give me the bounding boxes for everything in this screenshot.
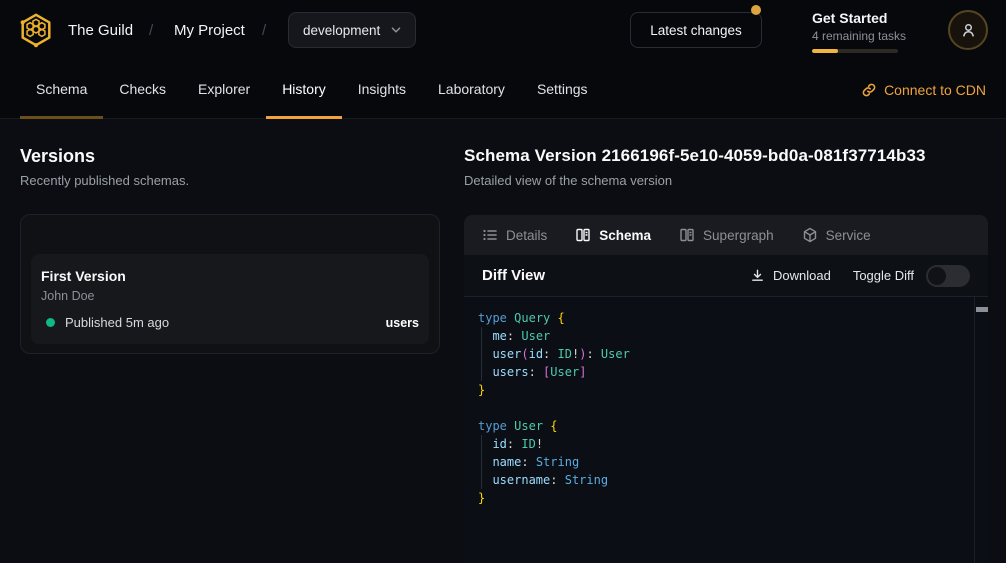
download-icon xyxy=(750,268,765,283)
breadcrumb-separator: / xyxy=(149,0,153,60)
scrollbar-thumb[interactable] xyxy=(976,307,988,312)
chevron-down-icon xyxy=(389,23,403,37)
versions-heading: Versions xyxy=(20,146,95,167)
diff-view-title: Diff View xyxy=(482,267,545,284)
nav-tab-insights[interactable]: Insights xyxy=(342,60,422,118)
book-icon xyxy=(679,227,695,243)
org-breadcrumb[interactable]: The Guild xyxy=(68,0,133,60)
hive-logo-icon[interactable] xyxy=(16,10,56,50)
project-breadcrumb[interactable]: My Project xyxy=(174,0,245,60)
schema-version-panel: Details Schema Supergraph xyxy=(464,215,988,563)
user-icon xyxy=(960,22,977,39)
code-scrollbar[interactable] xyxy=(974,297,988,563)
versions-list-card: First Version John Doe Published 5m ago … xyxy=(20,214,440,354)
get-started-title: Get Started xyxy=(812,9,908,27)
version-service-badge: users xyxy=(386,316,419,330)
version-name: First Version xyxy=(41,268,419,285)
top-header: The Guild / My Project / development Lat… xyxy=(0,0,1006,60)
indent-guide xyxy=(481,327,482,381)
nav-tab-explorer[interactable]: Explorer xyxy=(182,60,266,118)
toggle-diff-switch[interactable] xyxy=(926,265,970,287)
diff-view-header: Diff View Download Toggle Diff xyxy=(464,255,988,297)
connect-to-cdn-link[interactable]: Connect to CDN xyxy=(861,60,986,119)
get-started-widget[interactable]: Get Started 4 remaining tasks xyxy=(812,9,908,53)
target-selector-dropdown[interactable]: development xyxy=(288,12,416,48)
nav-tab-history[interactable]: History xyxy=(266,60,342,118)
download-button[interactable]: Download xyxy=(750,268,831,283)
indent-guide xyxy=(481,435,482,489)
version-list-item[interactable]: First Version John Doe Published 5m ago … xyxy=(31,254,429,344)
main-nav: Schema Checks Explorer History Insights … xyxy=(0,60,1006,119)
cube-icon xyxy=(802,227,818,243)
nav-tab-settings[interactable]: Settings xyxy=(521,60,604,118)
notification-dot xyxy=(751,5,761,15)
get-started-progress xyxy=(812,49,898,53)
schema-version-title: Schema Version 2166196f-5e10-4059-bd0a-0… xyxy=(464,146,926,166)
versions-subheading: Recently published schemas. xyxy=(20,173,189,188)
breadcrumb-separator: / xyxy=(262,0,266,60)
tab-schema[interactable]: Schema xyxy=(575,227,651,243)
user-avatar-button[interactable] xyxy=(948,10,988,50)
nav-tab-schema[interactable]: Schema xyxy=(20,60,103,118)
published-status-dot xyxy=(46,318,55,327)
get-started-subtitle: 4 remaining tasks xyxy=(812,28,908,44)
list-icon xyxy=(482,227,498,243)
version-author: John Doe xyxy=(41,288,419,304)
link-icon xyxy=(861,82,877,98)
tab-details[interactable]: Details xyxy=(482,227,547,243)
schema-version-subtitle: Detailed view of the schema version xyxy=(464,173,672,188)
version-status: Published 5m ago xyxy=(65,315,169,330)
tab-supergraph[interactable]: Supergraph xyxy=(679,227,774,243)
tab-service[interactable]: Service xyxy=(802,227,871,243)
latest-changes-button[interactable]: Latest changes xyxy=(630,12,762,48)
detail-tab-bar: Details Schema Supergraph xyxy=(464,215,988,255)
nav-tab-laboratory[interactable]: Laboratory xyxy=(422,60,521,118)
nav-tab-checks[interactable]: Checks xyxy=(103,60,182,118)
toggle-diff-label: Toggle Diff xyxy=(853,268,914,283)
target-selector-value: development xyxy=(303,23,389,38)
schema-sdl-code-block[interactable]: type Query { me: User user(id: ID!): Use… xyxy=(464,297,988,563)
book-icon xyxy=(575,227,591,243)
get-started-progress-fill xyxy=(812,49,838,53)
